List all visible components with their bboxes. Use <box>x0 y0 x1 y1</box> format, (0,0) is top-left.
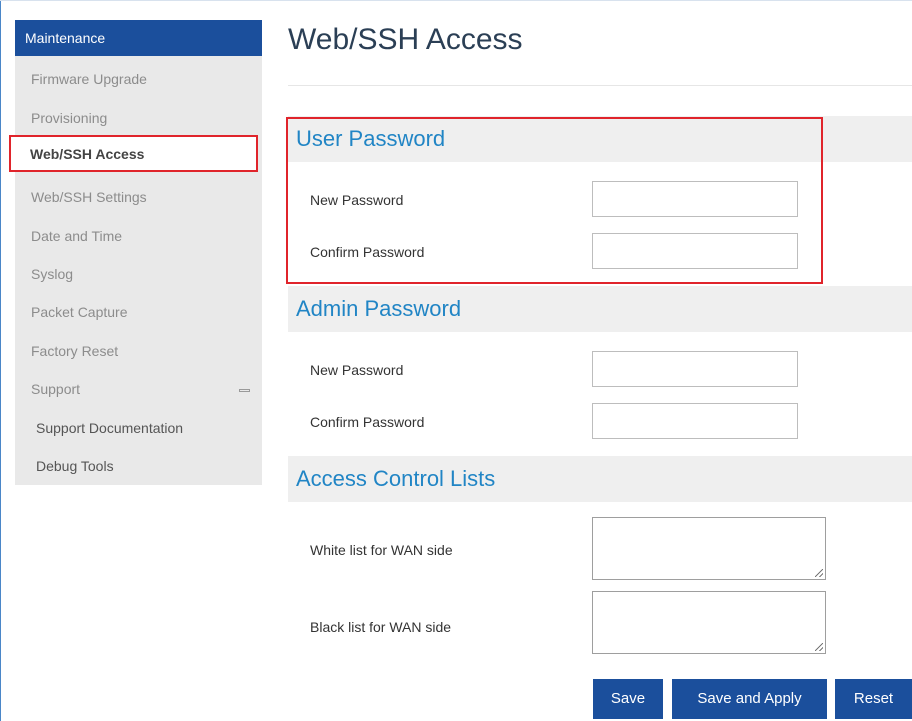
admin-confirm-password-label: Confirm Password <box>310 414 425 430</box>
sidebar-item-packet-capture[interactable]: Packet Capture <box>15 293 262 332</box>
reset-button[interactable]: Reset <box>835 679 912 719</box>
sidebar-item-support-label: Support <box>31 381 81 397</box>
white-list-label: White list for WAN side <box>310 542 453 558</box>
title-divider <box>288 85 912 86</box>
save-and-apply-button[interactable]: Save and Apply <box>672 679 827 719</box>
black-list-label: Black list for WAN side <box>310 619 452 635</box>
sidebar-item-factory-reset[interactable]: Factory Reset <box>15 332 262 371</box>
user-confirm-password-label: Confirm Password <box>310 244 425 260</box>
sidebar-item-syslog[interactable]: Syslog <box>15 255 262 294</box>
admin-confirm-password-field[interactable] <box>592 403 798 439</box>
sidebar-subitem-support-documentation[interactable]: Support Documentation <box>15 409 262 448</box>
admin-new-password-field[interactable] <box>592 351 798 387</box>
section-title-admin-password: Admin Password <box>288 286 912 332</box>
user-confirm-password-field[interactable] <box>592 233 798 269</box>
sidebar-subitem-debug-tools[interactable]: Debug Tools <box>15 447 262 486</box>
admin-new-password-label: New Password <box>310 362 404 378</box>
sidebar-item-date-and-time[interactable]: Date and Time <box>15 217 262 256</box>
sidebar-item-provisioning[interactable]: Provisioning <box>15 99 262 138</box>
resize-handle-icon[interactable] <box>815 569 823 577</box>
sidebar-item-web-ssh-settings[interactable]: Web/SSH Settings <box>15 178 262 217</box>
section-title-user-password: User Password <box>288 116 912 162</box>
sidebar-item-web-ssh-access[interactable]: Web/SSH Access <box>9 135 258 172</box>
resize-handle-icon[interactable] <box>815 643 823 651</box>
save-button[interactable]: Save <box>593 679 663 719</box>
user-new-password-label: New Password <box>310 192 404 208</box>
black-list-textarea[interactable] <box>592 591 826 654</box>
window-left-border <box>0 0 1 721</box>
page-title: Web/SSH Access <box>288 23 523 56</box>
sidebar-item-support[interactable]: Support <box>15 370 262 409</box>
white-list-textarea[interactable] <box>592 517 826 580</box>
user-new-password-field[interactable] <box>592 181 798 217</box>
section-title-access-control-lists: Access Control Lists <box>288 456 912 502</box>
sidebar-item-firmware-upgrade[interactable]: Firmware Upgrade <box>15 60 262 99</box>
window-top-border <box>0 0 912 1</box>
collapse-icon[interactable] <box>239 389 250 392</box>
sidebar: Maintenance Firmware Upgrade Provisionin… <box>9 20 262 486</box>
sidebar-header-maintenance[interactable]: Maintenance <box>15 20 262 56</box>
